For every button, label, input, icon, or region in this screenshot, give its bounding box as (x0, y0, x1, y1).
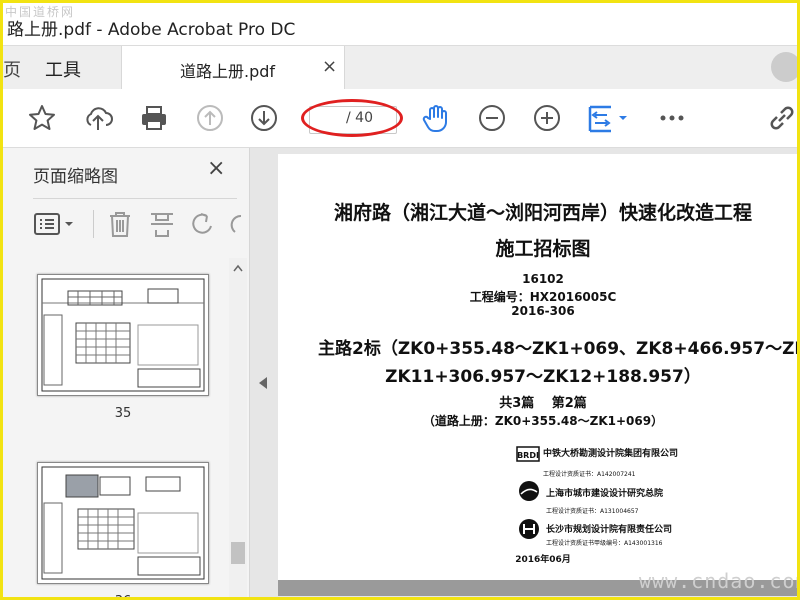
thumbnail-page-number: 35 (114, 406, 132, 421)
thumbnail-page-36[interactable] (37, 462, 209, 584)
tab-document[interactable]: 道路上册.pdf × (121, 46, 345, 90)
svg-text:BRDI: BRDI (517, 451, 539, 460)
scrollbar-thumb[interactable] (231, 542, 245, 564)
zoom-out-icon[interactable] (477, 103, 507, 133)
star-icon[interactable] (27, 103, 57, 133)
app-window: 中国道桥网 路上册.pdf - Adobe Acrobat Pro DC 页 工… (0, 0, 800, 600)
page-up-icon[interactable] (195, 103, 225, 133)
org1-cert: 工程设计资质证书：A142007241 (543, 471, 636, 478)
doc-title-line1: 湘府路（湘江大道～浏阳河西岸）快速化改造工程 (333, 202, 752, 224)
thumbnail-page-number: 36 (3, 594, 229, 597)
org2-name: 上海市城市建设设计研究总院 (546, 489, 664, 499)
org3-cert: 工程设计资质证书甲级编号：A143001316 (546, 540, 663, 547)
org1-name: 中铁大桥勘测设计院集团有限公司 (543, 449, 679, 459)
brdi-logo-icon: BRDI (516, 446, 540, 462)
tab-home[interactable]: 页 (3, 56, 21, 82)
rotate-page-icon[interactable] (189, 210, 217, 238)
collapse-panel-icon[interactable] (259, 377, 267, 389)
toolbar-separator (93, 210, 94, 238)
window-title: 路上册.pdf - Adobe Acrobat Pro DC (7, 20, 296, 40)
account-icon[interactable] (771, 52, 797, 82)
hand-tool-icon[interactable] (421, 103, 451, 133)
doc-code-1: 16102 (522, 272, 564, 286)
doc-title-line2: 施工招标图 (495, 238, 591, 260)
thumbnail-list: 35 36 (3, 258, 229, 597)
watermark-bottom: www.cndao.com (639, 569, 800, 593)
panel-title: 页面缩略图 (33, 167, 118, 187)
org2-logo-icon (519, 481, 539, 501)
rotate-clockwise-icon[interactable] (229, 210, 243, 238)
extract-pages-icon[interactable] (148, 210, 176, 238)
panel-divider (33, 198, 237, 199)
tab-bar: 页 工具 道路上册.pdf × (3, 45, 797, 90)
pdf-page: 湘府路（湘江大道～浏阳河西岸）快速化改造工程 施工招标图 16102 工程编号：… (278, 154, 797, 584)
thumbnail-scrollbar[interactable] (229, 258, 247, 597)
doc-section-line2: ZK11+306.957～ZK12+188.957） (385, 367, 701, 387)
thumbnail-drawing (41, 466, 205, 580)
fit-page-icon[interactable] (587, 103, 629, 133)
more-icon[interactable] (657, 103, 687, 133)
toolbar: / 40 (3, 89, 797, 148)
thumbnail-page-35[interactable] (37, 274, 209, 396)
org3-name: 长沙市规划设计院有限责任公司 (546, 525, 673, 535)
panel-close-icon[interactable]: × (207, 156, 225, 181)
tab-tools[interactable]: 工具 (45, 56, 81, 82)
scroll-up-arrow-icon[interactable] (233, 264, 243, 272)
thumbnail-drawing (41, 278, 205, 392)
zoom-in-icon[interactable] (532, 103, 562, 133)
delete-page-icon[interactable] (107, 210, 133, 238)
doc-code-3: 2016-306 (511, 304, 575, 318)
thumbnail-options-icon[interactable] (33, 212, 77, 236)
thumbnails-panel: 页面缩略图 × 35 (3, 148, 250, 597)
doc-code-2: 工程编号：HX2016005C (469, 290, 617, 304)
document-pane: 湘府路（湘江大道～浏阳河西岸）快速化改造工程 施工招标图 16102 工程编号：… (250, 148, 797, 597)
org3-logo-icon (519, 519, 539, 539)
doc-subtitle: （道路上册：ZK0+355.48～ZK1+069） (422, 414, 664, 428)
doc-date: 2016年06月 (515, 555, 571, 565)
title-bar: 中国道桥网 路上册.pdf - Adobe Acrobat Pro DC (3, 3, 797, 45)
upload-cloud-icon[interactable] (83, 103, 113, 133)
org2-cert: 工程设计资质证书：A131004657 (546, 508, 639, 515)
link-icon[interactable] (767, 103, 797, 133)
tab-close-icon[interactable]: × (322, 56, 337, 77)
print-icon[interactable] (139, 103, 169, 133)
highlight-annotation (301, 99, 403, 137)
doc-section-line1: 主路2标（ZK0+355.48～ZK1+069、ZK8+466.957～ZK10… (318, 339, 797, 359)
tab-document-label: 道路上册.pdf (180, 62, 276, 81)
panel-toolbar (3, 204, 249, 244)
page-down-icon[interactable] (249, 103, 279, 133)
doc-volume: 共3篇 第2篇 (499, 396, 587, 411)
